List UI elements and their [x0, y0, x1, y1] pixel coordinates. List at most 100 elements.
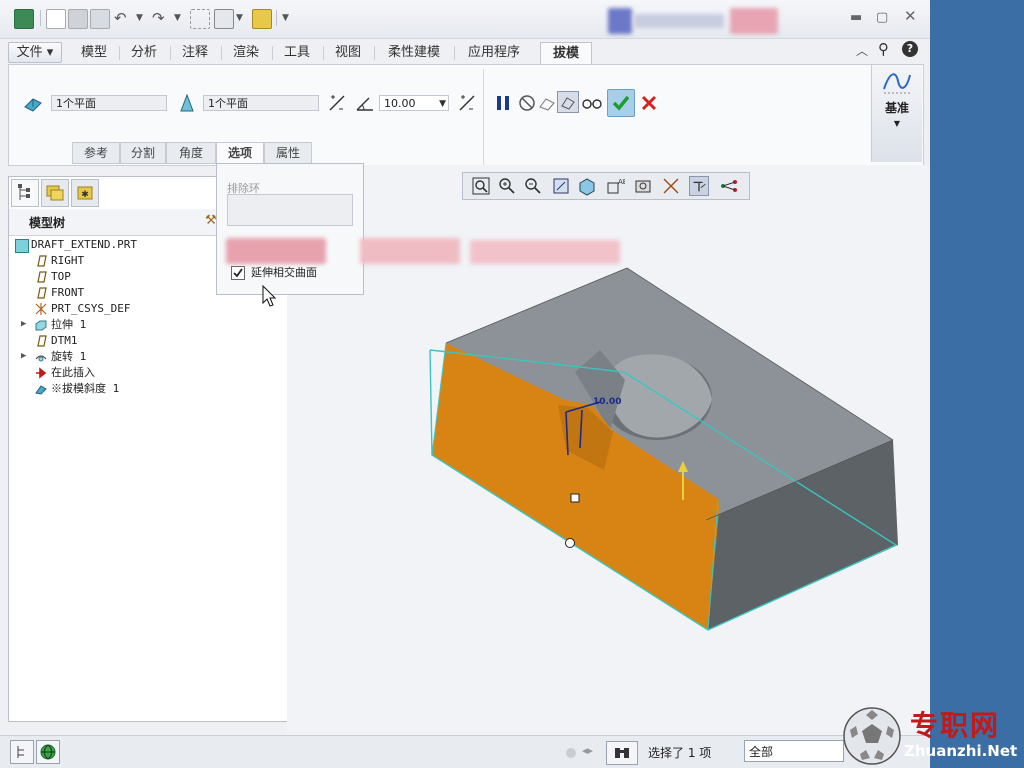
- tree-settings-icon[interactable]: ⚒: [205, 213, 217, 228]
- find-button[interactable]: [606, 741, 638, 765]
- exclude-loops-field[interactable]: [227, 194, 353, 226]
- close-icon[interactable]: ✕: [904, 7, 917, 25]
- ok-button[interactable]: [607, 89, 635, 117]
- draft-angle-dimension[interactable]: 10.00: [593, 397, 621, 407]
- subtab-splits[interactable]: 分割: [120, 142, 166, 164]
- open-file-icon[interactable]: [68, 9, 88, 29]
- tab-analysis[interactable]: 分析: [122, 42, 166, 64]
- datum-label: 基准: [884, 101, 909, 115]
- app-window: ↶ ▼ ↷ ▼ ▼ ▼ ▬ ▢ ✕ 文件 ▾ 模型 分析 注释 渲染 工具 视图…: [0, 0, 930, 768]
- restore-icon[interactable]: ▢: [876, 10, 888, 25]
- draft-angle-input[interactable]: 10.00 ▼: [379, 95, 449, 111]
- extend-intersect-checkbox[interactable]: [231, 266, 245, 280]
- status-indicator-icon: [566, 748, 576, 758]
- tab-model[interactable]: 模型: [72, 42, 116, 64]
- spin-center-icon[interactable]: [719, 176, 739, 196]
- blurred-overlay-text: [226, 238, 326, 264]
- binoculars-icon: [615, 748, 629, 758]
- cancel-x-icon[interactable]: [639, 93, 659, 113]
- undo-icon[interactable]: ↶: [114, 8, 127, 28]
- zoom-in-icon[interactable]: [497, 176, 517, 196]
- subtab-options[interactable]: 选项: [216, 142, 264, 164]
- svg-text:AB: AB: [618, 178, 625, 186]
- csys-icon: [35, 303, 47, 315]
- saved-orientations-icon[interactable]: AB: [605, 176, 625, 196]
- soccer-ball-icon: [843, 707, 901, 765]
- view-manager-icon[interactable]: [633, 176, 653, 196]
- undo-dropdown-icon[interactable]: ▼: [136, 8, 143, 28]
- blurred-title: [608, 8, 632, 34]
- app-logo-icon: [14, 9, 34, 29]
- selection-status: 选择了 1 项: [648, 746, 712, 760]
- selection-filter-select[interactable]: 全部: [744, 740, 844, 762]
- folders-icon: [46, 185, 64, 201]
- verify-preview-icon[interactable]: [557, 91, 579, 113]
- tab-applications[interactable]: 应用程序: [458, 42, 530, 64]
- preview-icon[interactable]: [537, 93, 557, 113]
- expand-arrow-icon[interactable]: ▶: [21, 317, 26, 332]
- datum-display-icon[interactable]: [661, 176, 681, 196]
- display-style-icon[interactable]: [577, 176, 597, 196]
- minimize-icon[interactable]: ▬: [850, 10, 862, 25]
- tab-annotate[interactable]: 注释: [173, 42, 217, 64]
- tab-flexible-modeling[interactable]: 柔性建模: [378, 42, 450, 64]
- customize-dropdown-icon[interactable]: ▼: [282, 8, 289, 28]
- redo-icon[interactable]: ↷: [152, 8, 165, 28]
- windows-dropdown-icon[interactable]: ▼: [236, 8, 243, 28]
- help-icon[interactable]: ?: [902, 41, 918, 57]
- draft-icon: [35, 385, 47, 395]
- browser-toggle[interactable]: [36, 740, 60, 764]
- tree-icon: [18, 184, 30, 200]
- tree-toggle-icon: [17, 746, 24, 758]
- datum-plane-icon: [37, 287, 47, 299]
- expand-arrow-icon[interactable]: ▶: [21, 349, 26, 364]
- datum-dropdown-icon: ▼: [893, 119, 901, 128]
- watermark-cn: 专职网: [910, 709, 1001, 742]
- folder-browser-tab[interactable]: [41, 179, 69, 207]
- no-preview-icon[interactable]: [517, 93, 537, 113]
- datum-curve-icon: [883, 73, 911, 94]
- flip-pull-direction-icon[interactable]: [327, 93, 347, 113]
- search-icon[interactable]: ⚲: [878, 40, 889, 58]
- subtab-angles[interactable]: 角度: [166, 142, 216, 164]
- mouse-cursor-icon: [262, 285, 277, 307]
- extend-intersect-label: 延伸相交曲面: [251, 266, 317, 279]
- windows-icon[interactable]: [214, 9, 234, 29]
- draft-hinges-icon[interactable]: [177, 93, 197, 113]
- datum-group-button[interactable]: 基准 ▼: [871, 65, 922, 162]
- tab-file[interactable]: 文件 ▾: [8, 42, 62, 63]
- refit-icon[interactable]: [471, 176, 491, 196]
- svg-text:✱: ✱: [81, 190, 89, 200]
- model-tree-tab[interactable]: [11, 179, 39, 207]
- redo-dropdown-icon[interactable]: ▼: [174, 8, 181, 28]
- verify-glasses-icon[interactable]: [581, 93, 603, 113]
- draft-surfaces-field[interactable]: 1个平面: [51, 95, 167, 111]
- regenerate-icon[interactable]: [190, 9, 210, 29]
- subtab-properties[interactable]: 属性: [264, 142, 312, 164]
- watermark-en: Zhuanzhi.Net: [904, 742, 1018, 760]
- repaint-icon[interactable]: [551, 176, 571, 196]
- angle-dropdown-icon[interactable]: ▼: [439, 96, 446, 112]
- model-tree-title: 模型树: [29, 216, 66, 230]
- collapse-ribbon-icon[interactable]: ︿: [856, 42, 868, 59]
- tab-tools[interactable]: 工具: [275, 42, 319, 64]
- draft-surfaces-icon[interactable]: [23, 93, 43, 113]
- watermark-logo: 专职网 Zhuanzhi.Net: [838, 698, 1024, 768]
- subtab-references[interactable]: 参考: [72, 142, 120, 164]
- datum-plane-icon: [37, 335, 47, 347]
- zoom-out-icon[interactable]: [523, 176, 543, 196]
- save-icon[interactable]: [90, 9, 110, 29]
- flip-angle-icon[interactable]: [457, 93, 477, 113]
- tab-render[interactable]: 渲染: [224, 42, 268, 64]
- tab-view[interactable]: 视图: [326, 42, 370, 64]
- new-file-icon[interactable]: [46, 9, 66, 29]
- tab-draft[interactable]: 拔模: [540, 42, 592, 66]
- pause-icon[interactable]: [493, 93, 513, 113]
- draft-hinges-field[interactable]: 1个平面: [203, 95, 319, 111]
- folder-icon[interactable]: [252, 9, 272, 29]
- datum-plane-icon: [37, 255, 47, 267]
- favorites-tab[interactable]: ✱: [71, 179, 99, 207]
- extrude-icon: [35, 320, 47, 331]
- nav-pane-toggle[interactable]: [10, 740, 34, 764]
- annotation-display-button[interactable]: [689, 176, 709, 196]
